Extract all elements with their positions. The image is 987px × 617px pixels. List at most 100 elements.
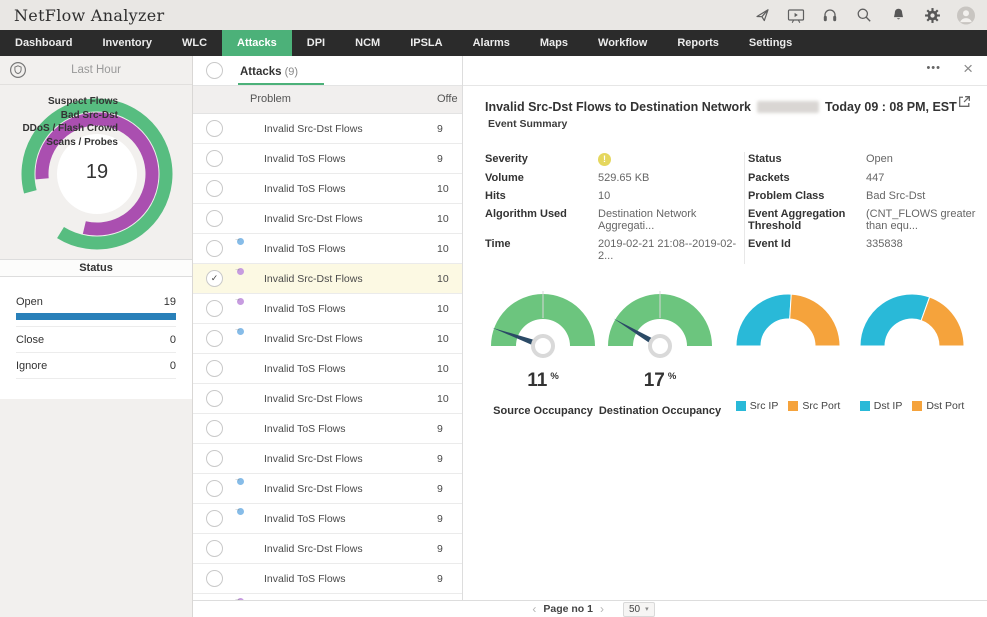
row-checkbox[interactable]: [206, 570, 223, 587]
nav-tab[interactable]: Workflow: [583, 30, 662, 56]
status-row[interactable]: Close 0: [16, 327, 176, 353]
row-checkbox[interactable]: [206, 240, 223, 257]
nav-tab[interactable]: WLC: [167, 30, 222, 56]
flow-type-icon: [234, 481, 252, 496]
column-problem: Problem: [250, 86, 291, 113]
status-label: Ignore: [16, 360, 47, 372]
packets-value: 447: [866, 169, 987, 187]
row-checkbox[interactable]: [206, 480, 223, 497]
field-label: Event Aggregation Threshold: [748, 205, 866, 235]
offender-count: 9: [437, 573, 443, 585]
attacks-tab[interactable]: Attacks(9): [238, 56, 324, 85]
column-offender: Offe: [437, 86, 458, 113]
attack-row[interactable]: Invalid Src-Dst Flows 10: [193, 264, 462, 294]
gear-icon[interactable]: [923, 6, 941, 24]
offender-count: 10: [437, 393, 449, 405]
problem-label: Invalid ToS Flows: [264, 363, 346, 375]
attack-row[interactable]: Invalid ToS Flows 10: [193, 234, 462, 264]
field-label: Severity: [485, 150, 598, 169]
donut-legend: Suspect Flows Bad Src-Dst DDoS / Flash C…: [0, 95, 118, 149]
row-checkbox[interactable]: [206, 390, 223, 407]
problem-label: Invalid Src-Dst Flows: [264, 213, 363, 225]
flow-type-icon: [234, 211, 252, 226]
problem-label: Invalid ToS Flows: [264, 513, 346, 525]
nav-tab[interactable]: Attacks: [222, 30, 292, 56]
select-all-checkbox[interactable]: [206, 62, 223, 79]
attack-row[interactable]: Invalid ToS Flows 9: [193, 504, 462, 534]
row-checkbox[interactable]: [206, 270, 223, 287]
attack-row[interactable]: Invalid ToS Flows 10: [193, 294, 462, 324]
pagination-bar: ‹ Page no 1 › 50 ▾: [193, 600, 987, 617]
prev-page-icon[interactable]: ‹: [532, 602, 536, 617]
legend-item: Dst Port: [912, 400, 964, 412]
user-avatar[interactable]: [957, 6, 975, 24]
field-label: Packets: [748, 169, 866, 187]
donut-legend-item: Suspect Flows: [0, 95, 118, 109]
flow-type-icon: [234, 541, 252, 556]
attack-row[interactable]: Invalid ToS Flows 10: [193, 354, 462, 384]
row-checkbox[interactable]: [206, 150, 223, 167]
page-size-select[interactable]: 50 ▾: [623, 602, 655, 617]
detail-toolbar: ••• ×: [463, 56, 987, 86]
threshold-value: (CNT_FLOWS greater than equ...: [866, 205, 987, 235]
status-row[interactable]: Open 19: [16, 289, 176, 327]
flow-type-icon: [234, 301, 252, 316]
attack-row[interactable]: Invalid Src-Dst Flows 10: [193, 324, 462, 354]
legend-swatch: [736, 401, 746, 411]
event-summary-heading: Event Summary: [488, 118, 567, 130]
row-checkbox[interactable]: [206, 120, 223, 137]
problem-label: Invalid Src-Dst Flows: [264, 273, 363, 285]
row-checkbox[interactable]: [206, 510, 223, 527]
warning-icon: [598, 153, 611, 166]
problem-class-value: Bad Src-Dst: [866, 187, 987, 205]
more-menu-icon[interactable]: •••: [926, 62, 941, 74]
nav-tab[interactable]: Reports: [662, 30, 734, 56]
nav-tab[interactable]: Settings: [734, 30, 807, 56]
row-checkbox[interactable]: [206, 330, 223, 347]
attack-row[interactable]: Invalid ToS Flows 9: [193, 564, 462, 594]
attack-row[interactable]: Invalid ToS Flows 10: [193, 174, 462, 204]
send-icon[interactable]: [753, 6, 771, 24]
offender-count: 10: [437, 333, 449, 345]
attack-row[interactable]: Invalid ToS Flows 9: [193, 414, 462, 444]
legend-item: Src IP: [736, 400, 779, 412]
nav-tab[interactable]: Inventory: [87, 30, 167, 56]
nav-tab[interactable]: NCM: [340, 30, 395, 56]
top-bar: NetFlow Analyzer: [0, 0, 987, 30]
problem-label: Invalid ToS Flows: [264, 573, 346, 585]
attack-row[interactable]: Invalid Src-Dst Flows 9: [193, 114, 462, 144]
legend-swatch: [912, 401, 922, 411]
offender-count: 9: [437, 453, 443, 465]
flow-type-icon: [234, 331, 252, 346]
nav-tab[interactable]: Maps: [525, 30, 583, 56]
attack-row[interactable]: Invalid Src-Dst Flows 10: [193, 204, 462, 234]
nav-tab[interactable]: Dashboard: [0, 30, 87, 56]
attack-row[interactable]: Invalid Src-Dst Flows 9: [193, 534, 462, 564]
next-page-icon[interactable]: ›: [600, 602, 604, 617]
nav-tab[interactable]: IPSLA: [395, 30, 457, 56]
attack-row[interactable]: Invalid Src-Dst Flows 9: [193, 444, 462, 474]
row-checkbox[interactable]: [206, 210, 223, 227]
donut-legend-item: DDoS / Flash Crowd: [0, 122, 118, 136]
attack-row[interactable]: Invalid ToS Flows 9: [193, 144, 462, 174]
flow-type-icon: [234, 511, 252, 526]
attack-row[interactable]: Invalid Src-Dst Flows 9: [193, 474, 462, 504]
offender-count: 10: [437, 363, 449, 375]
presentation-icon[interactable]: [787, 6, 805, 24]
attack-row[interactable]: Invalid Src-Dst Flows 10: [193, 384, 462, 414]
close-icon[interactable]: ×: [963, 59, 973, 79]
bell-icon[interactable]: [889, 6, 907, 24]
nav-tab[interactable]: Alarms: [458, 30, 525, 56]
external-link-icon[interactable]: [957, 94, 972, 114]
status-row[interactable]: Ignore 0: [16, 353, 176, 379]
nav-tab[interactable]: DPI: [292, 30, 340, 56]
row-checkbox[interactable]: [206, 180, 223, 197]
search-icon[interactable]: [855, 6, 873, 24]
row-checkbox[interactable]: [206, 420, 223, 437]
row-checkbox[interactable]: [206, 360, 223, 377]
attack-list-panel: Attacks(9) Problem Offe Invalid Src-Dst …: [193, 56, 463, 600]
headset-icon[interactable]: [821, 6, 839, 24]
row-checkbox[interactable]: [206, 300, 223, 317]
row-checkbox[interactable]: [206, 540, 223, 557]
row-checkbox[interactable]: [206, 450, 223, 467]
